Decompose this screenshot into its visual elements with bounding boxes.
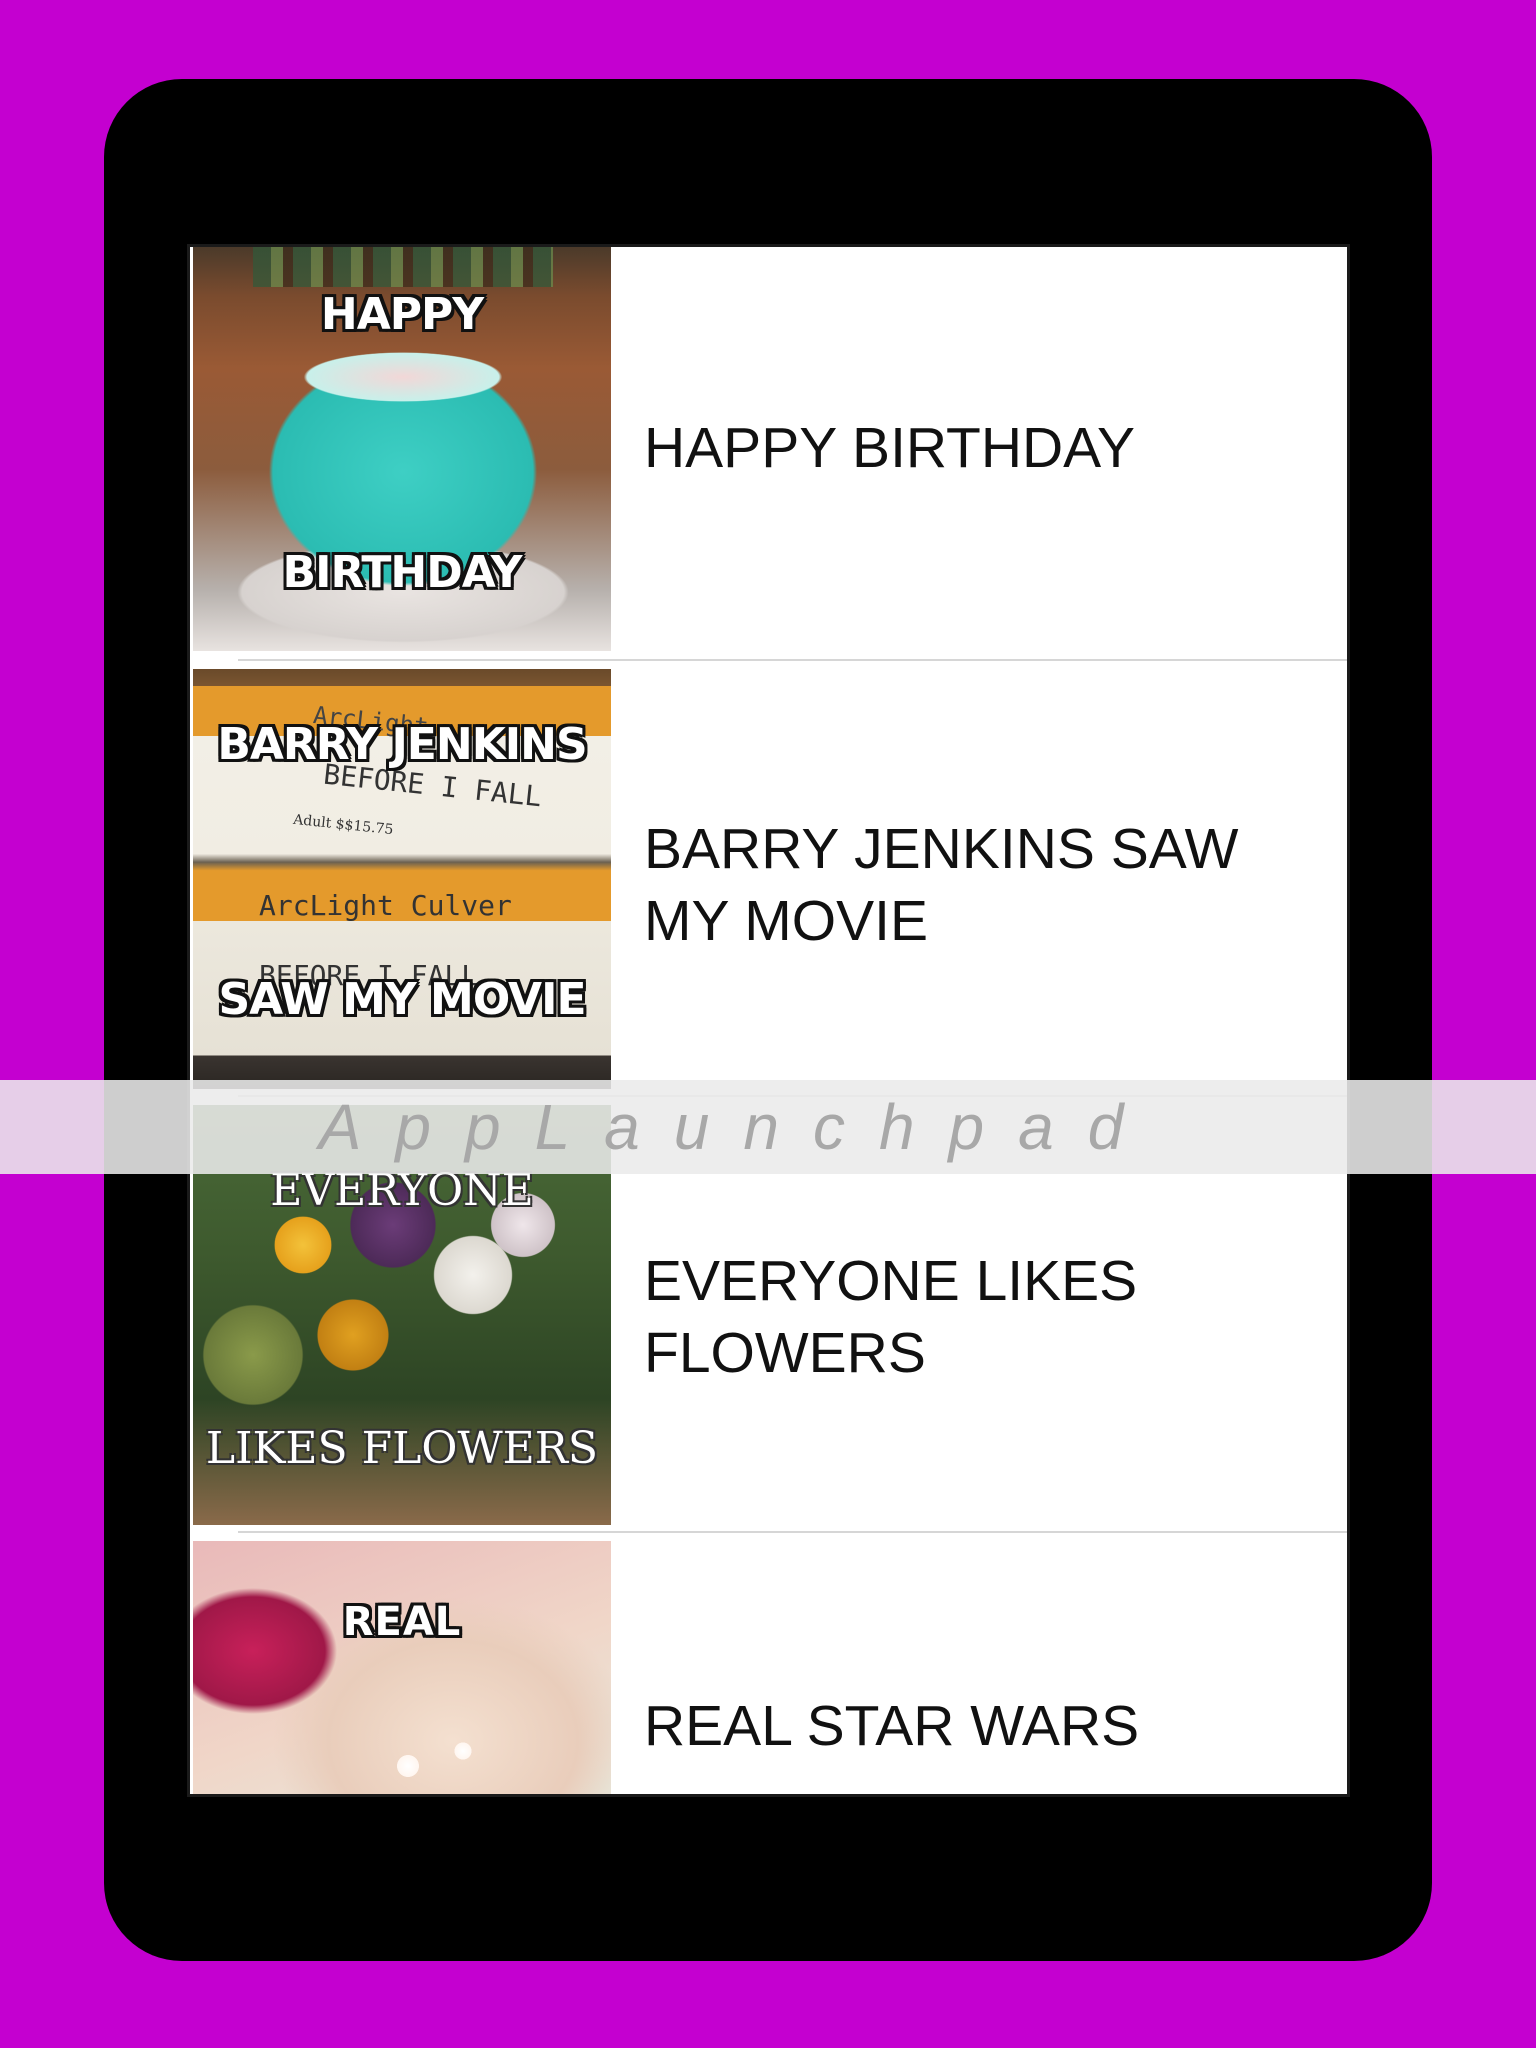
meme-title-line: BARRY JENKINS SAW	[644, 817, 1239, 881]
nebula-photo	[193, 1541, 611, 1794]
meme-caption-top: REAL	[342, 1599, 462, 1645]
meme-thumbnail-movie-tickets: ArcLight BEFORE I FALL Adult $$15.75 Arc…	[193, 669, 611, 1089]
list-item[interactable]: ArcLight BEFORE I FALL Adult $$15.75 Arc…	[190, 661, 1347, 1097]
meme-title: BARRY JENKINS SAW MY MOVIE	[644, 813, 1284, 957]
meme-title: HAPPY BIRTHDAY	[644, 416, 1135, 480]
meme-caption-top: BARRY JENKINS	[217, 719, 587, 770]
watermark-banner: AppLaunchpad	[0, 1080, 1536, 1174]
meme-title: REAL STAR WARS	[644, 1694, 1140, 1758]
list-item[interactable]: HAPPY BIRTHDAY HAPPY BIRTHDAY	[190, 247, 1347, 661]
meme-thumbnail-birthday-cake: HAPPY BIRTHDAY	[193, 247, 611, 651]
meme-caption-bottom: SAW MY MOVIE	[218, 974, 586, 1025]
meme-thumbnail-nebula: REAL	[193, 1541, 611, 1794]
ticket-text: ArcLight Culver	[259, 889, 512, 922]
meme-caption-bottom: LIKES FLOWERS	[205, 1423, 599, 1474]
meme-list[interactable]: HAPPY BIRTHDAY HAPPY BIRTHDAY ArcLight B…	[187, 244, 1350, 1797]
meme-title-line: EVERYONE LIKES	[644, 1249, 1138, 1313]
meme-title-line: FLOWERS	[644, 1321, 926, 1385]
meme-title: EVERYONE LIKES FLOWERS	[644, 1245, 1284, 1389]
meme-caption-bottom: BIRTHDAY	[282, 547, 523, 598]
list-item[interactable]: REAL REAL STAR WARS	[190, 1533, 1347, 1794]
meme-title-line: MY MOVIE	[644, 889, 928, 953]
meme-caption-top: HAPPY	[320, 289, 484, 340]
